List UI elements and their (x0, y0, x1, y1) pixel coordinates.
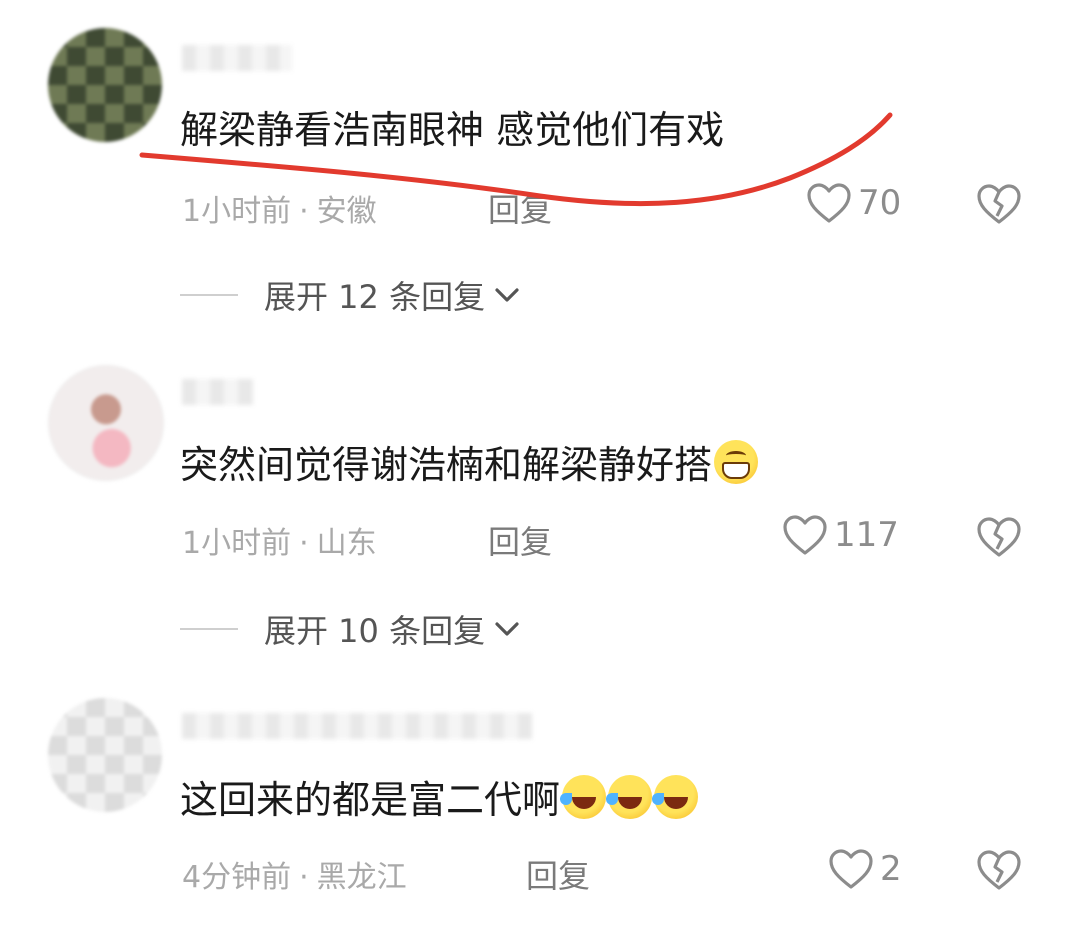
like-button[interactable]: 2 (828, 848, 902, 890)
like-button[interactable]: 117 (782, 514, 899, 556)
comment-location: 安徽 (316, 194, 377, 229)
username-blurred[interactable] (182, 710, 532, 746)
username-blurred[interactable] (182, 42, 292, 78)
comment-meta: 1小时前 · 安徽 (182, 186, 377, 230)
avatar[interactable] (48, 698, 162, 812)
meta-separator: · (299, 526, 309, 561)
grin-emoji (714, 440, 759, 484)
expand-replies-label: 展开 10 条回复 (264, 612, 486, 650)
comment-text-body: 突然间觉得谢浩楠和解梁静好搭 (180, 443, 713, 487)
divider-line (180, 628, 238, 630)
broken-heart-icon[interactable] (976, 516, 1022, 558)
avatar[interactable] (48, 365, 164, 481)
comment-text: 解梁静看浩南眼神 感觉他们有戏 (180, 108, 725, 152)
heart-outline-icon (783, 515, 827, 555)
like-button[interactable]: 70 (806, 182, 901, 224)
broken-heart-icon[interactable] (976, 183, 1022, 225)
comment-time: 1小时前 (182, 194, 292, 229)
laugh-cry-emoji (606, 775, 653, 819)
reply-button[interactable]: 回复 (488, 517, 552, 563)
laugh-cry-emoji (560, 775, 607, 819)
comment-time: 4分钟前 (182, 860, 292, 895)
chevron-down-icon (495, 288, 519, 302)
username-blurred[interactable] (182, 376, 254, 412)
reply-button[interactable]: 回复 (488, 185, 552, 231)
comment-text: 这回来的都是富二代啊 (180, 775, 699, 824)
reply-button[interactable]: 回复 (526, 851, 590, 897)
meta-separator: · (299, 860, 309, 895)
expand-replies-button[interactable]: 展开 12 条回复 (180, 272, 521, 318)
expand-replies-button[interactable]: 展开 10 条回复 (180, 606, 521, 652)
like-count: 70 (858, 183, 902, 223)
heart-outline-icon (829, 849, 873, 889)
comment-location: 山东 (316, 526, 377, 561)
like-count: 117 (834, 515, 899, 555)
chevron-down-icon (495, 622, 519, 636)
laugh-cry-emoji (652, 775, 699, 819)
comment-meta: 4分钟前 · 黑龙江 (182, 852, 407, 896)
expand-replies-label: 展开 12 条回复 (264, 278, 486, 316)
divider-line (180, 294, 238, 296)
comment-meta: 1小时前 · 山东 (182, 518, 377, 562)
heart-outline-icon (807, 183, 851, 223)
meta-separator: · (299, 194, 309, 229)
broken-heart-icon[interactable] (976, 849, 1022, 891)
comment-time: 1小时前 (182, 526, 292, 561)
comment-text: 突然间觉得谢浩楠和解梁静好搭 (180, 440, 759, 489)
comment-text-body: 这回来的都是富二代啊 (180, 778, 561, 822)
like-count: 2 (880, 849, 902, 889)
comment-location: 黑龙江 (316, 860, 407, 895)
avatar[interactable] (48, 28, 162, 142)
